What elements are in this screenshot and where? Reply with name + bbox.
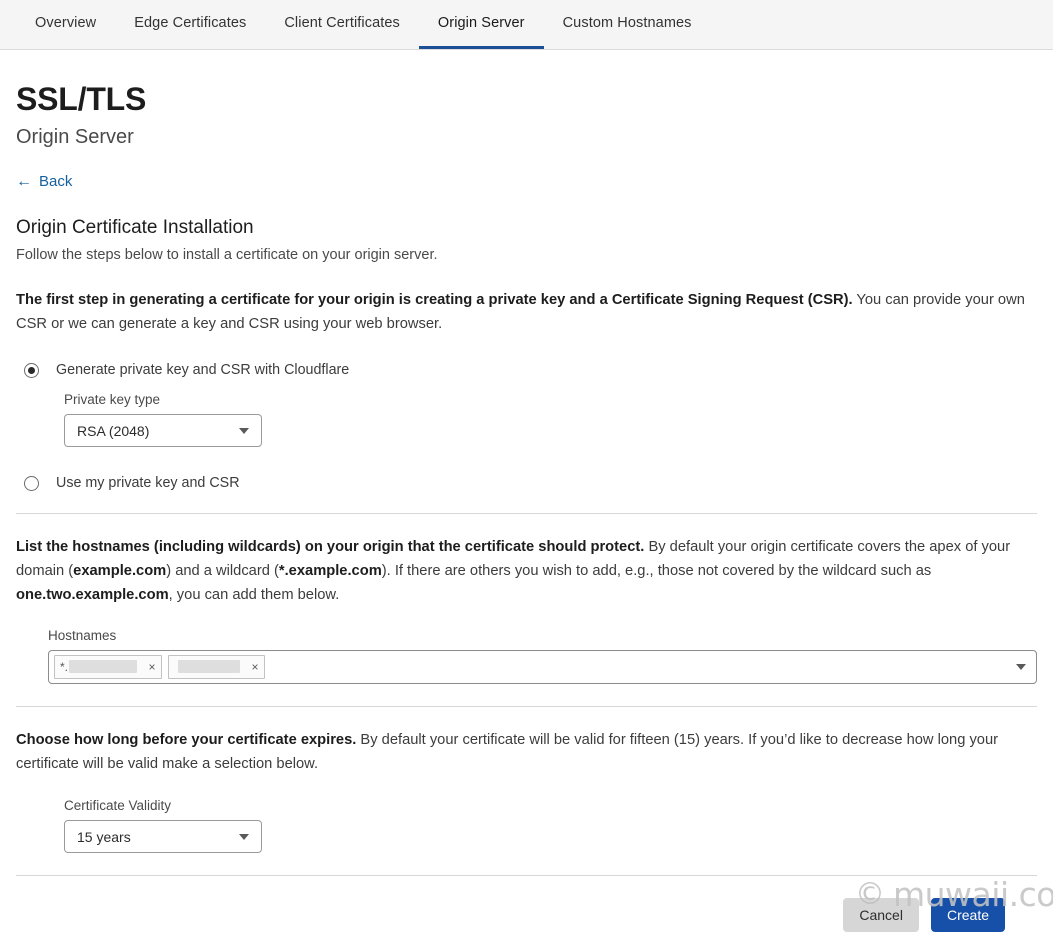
- tab-custom-hostnames[interactable]: Custom Hostnames: [544, 0, 711, 49]
- tab-edge-certificates[interactable]: Edge Certificates: [115, 0, 265, 49]
- validity-instructions: Choose how long before your certificate …: [16, 729, 1037, 777]
- csr-instructions: The first step in generating a certifica…: [16, 289, 1037, 337]
- divider-after-csr: [16, 513, 1037, 515]
- hostname-tag-remove-icon[interactable]: ×: [246, 661, 264, 673]
- tab-origin-server[interactable]: Origin Server: [418, 0, 544, 49]
- certificate-validity-label: Certificate Validity: [64, 798, 172, 814]
- private-key-type-value: RSA (2048): [77, 422, 150, 439]
- certificate-validity-group: Certificate Validity 15 years: [64, 798, 1037, 854]
- private-key-type-group: Private key type RSA (2048): [64, 392, 1037, 448]
- hostnames-text-4: , you can add them below.: [168, 586, 340, 603]
- hostnames-text-2: ) and a wildcard (: [166, 563, 279, 580]
- divider-before-footer: [16, 875, 1037, 877]
- radio-generate-label: Generate private key and CSR with Cloudf…: [56, 362, 350, 379]
- hostnames-bold-1: example.com: [73, 563, 167, 580]
- hostname-tag-remove-icon[interactable]: ×: [143, 661, 161, 673]
- hostnames-instructions: List the hostnames (including wildcards)…: [16, 536, 1037, 607]
- arrow-left-icon: ←: [16, 172, 32, 190]
- radio-own-key-label: Use my private key and CSR: [56, 475, 240, 492]
- back-label: Back: [39, 173, 73, 191]
- tab-label: Custom Hostnames: [562, 15, 692, 31]
- validity-instructions-bold: Choose how long before your certificate …: [16, 731, 357, 748]
- tab-overview[interactable]: Overview: [16, 0, 115, 49]
- tab-label: Origin Server: [437, 15, 525, 31]
- tab-label: Client Certificates: [284, 15, 400, 31]
- hostname-tag-prefix: *.: [60, 659, 69, 674]
- back-link[interactable]: ← Back: [16, 173, 72, 190]
- tab-label: Overview: [35, 15, 97, 31]
- hostname-tag: *. ×: [54, 654, 163, 679]
- hostnames-group: Hostnames *. × ×: [48, 628, 1037, 684]
- page-subtitle: Origin Server: [16, 126, 134, 149]
- hostname-tag: ×: [168, 654, 266, 679]
- radio-option-generate[interactable]: Generate private key and CSR with Cloudf…: [16, 362, 1037, 378]
- page-title: SSL/TLS: [16, 81, 147, 117]
- radio-generate-indicator[interactable]: [24, 362, 39, 378]
- radio-option-own-key[interactable]: Use my private key and CSR: [16, 475, 1037, 491]
- hostnames-bold-2: *.example.com: [278, 563, 382, 580]
- certificate-validity-select[interactable]: 15 years: [64, 820, 262, 854]
- tab-bar: Overview Edge Certificates Client Certif…: [0, 0, 1053, 50]
- section-description: Follow the steps below to install a cert…: [16, 246, 438, 263]
- hostnames-text-3: ). If there are others you wish to add, …: [381, 563, 932, 580]
- chevron-down-icon[interactable]: [1016, 663, 1026, 670]
- private-key-type-select[interactable]: RSA (2048): [64, 414, 262, 448]
- private-key-type-label: Private key type: [64, 392, 161, 408]
- hostnames-field-label: Hostnames: [48, 627, 117, 643]
- section-heading: Origin Certificate Installation: [16, 216, 254, 238]
- hostnames-instructions-bold: List the hostnames (including wildcards)…: [16, 539, 645, 556]
- hostnames-multiselect[interactable]: *. × ×: [48, 649, 1037, 684]
- page-content: SSL/TLS Origin Server ← Back Origin Cert…: [0, 81, 1053, 932]
- certificate-validity-value: 15 years: [77, 828, 131, 845]
- hostname-tag-value-redacted: [69, 660, 138, 674]
- divider-after-hostnames: [16, 705, 1037, 707]
- radio-own-key-indicator[interactable]: [24, 475, 39, 491]
- csr-instructions-bold: The first step in generating a certifica…: [16, 291, 853, 308]
- tab-label: Edge Certificates: [134, 15, 247, 31]
- hostnames-bold-3: one.two.example.com: [16, 586, 169, 603]
- hostname-tag-value-redacted: [178, 660, 241, 674]
- chevron-down-icon: [239, 833, 249, 840]
- tab-client-certificates[interactable]: Client Certificates: [265, 0, 419, 49]
- chevron-down-icon: [239, 427, 249, 434]
